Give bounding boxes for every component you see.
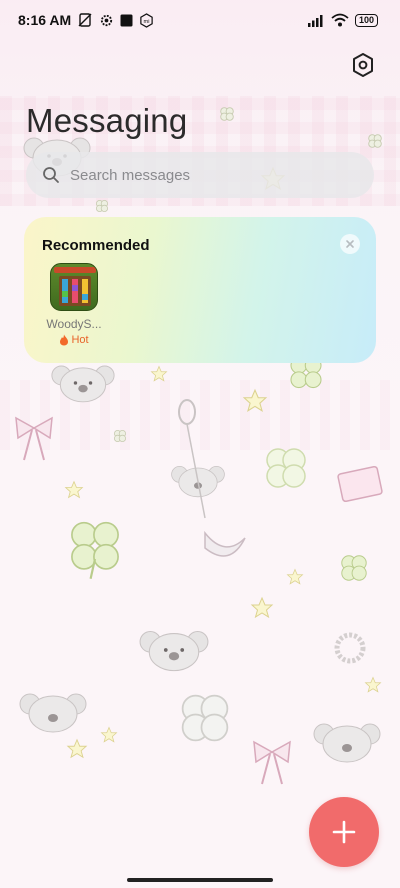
windchime-decoration	[178, 399, 246, 557]
app-name: WoodyS...	[46, 317, 102, 331]
square-status-icon	[120, 14, 133, 26]
bow-decoration	[253, 740, 291, 785]
battery-icon: 100	[354, 13, 378, 27]
bead-bracelet-decoration	[334, 632, 366, 664]
koala-decoration	[313, 723, 381, 763]
recommended-card: Recommended WoodyS... Hot	[24, 217, 376, 363]
home-indicator[interactable]	[127, 878, 273, 882]
flower-decoration	[96, 200, 108, 212]
clover-decoration	[71, 521, 119, 580]
status-time: 8:16 AM	[18, 12, 72, 28]
koala-decoration	[139, 631, 209, 672]
gear-status-icon	[101, 14, 113, 26]
flower-decoration	[368, 134, 382, 148]
hot-badge-label: Hot	[71, 334, 89, 346]
search-input[interactable]	[70, 166, 350, 184]
search-icon	[43, 167, 59, 183]
koala-decoration	[19, 693, 87, 733]
bow-decoration	[15, 416, 53, 461]
clover-decoration	[181, 694, 229, 742]
star-decoration	[364, 676, 382, 693]
star-decoration	[286, 568, 304, 585]
app-icon	[50, 263, 98, 311]
star-decoration	[242, 388, 268, 412]
star-decoration	[64, 480, 84, 499]
settings-button[interactable]	[348, 50, 378, 80]
recommended-title: Recommended	[42, 237, 150, 254]
no-sim-icon	[78, 13, 92, 27]
status-right: 100	[307, 13, 378, 27]
new-message-button[interactable]	[309, 797, 379, 867]
close-recommended-button[interactable]	[340, 234, 360, 254]
star-decoration	[250, 596, 274, 619]
star-decoration	[150, 365, 168, 382]
wifi-icon	[331, 13, 349, 27]
status-left: 8:16 AM mi	[18, 12, 154, 28]
settings-hexagon-icon	[353, 53, 373, 77]
clover-decoration	[266, 448, 306, 488]
page-title: Messaging	[26, 102, 188, 139]
flower-decoration	[114, 430, 126, 442]
hot-badge: Hot	[46, 334, 102, 346]
envelope-decoration	[337, 465, 383, 503]
star-decoration	[100, 726, 118, 743]
search-bar[interactable]	[26, 152, 374, 198]
clover-decoration	[341, 555, 367, 581]
recommended-app[interactable]: WoodyS... Hot	[46, 263, 102, 346]
plus-icon	[332, 820, 356, 844]
flower-decoration	[220, 107, 234, 121]
game-app-icon	[54, 267, 96, 306]
close-icon	[346, 240, 354, 248]
signal-icon	[307, 15, 323, 27]
svg-text:mi: mi	[144, 18, 150, 24]
flame-icon	[60, 334, 69, 346]
status-bar: 8:16 AM mi 100	[0, 0, 400, 40]
star-decoration	[66, 738, 88, 759]
koala-decoration	[51, 365, 115, 403]
mi-icon: mi	[140, 12, 153, 28]
